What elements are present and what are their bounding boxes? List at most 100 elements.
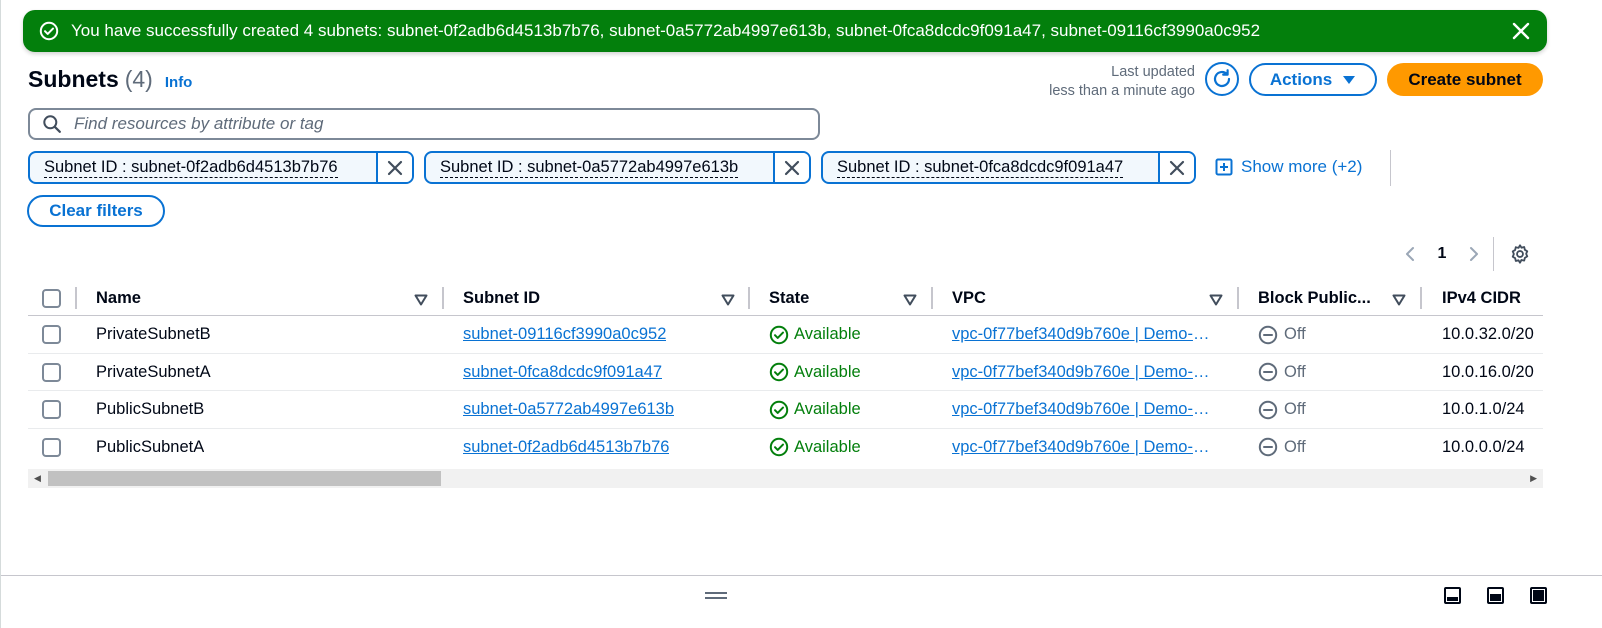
ipv4-cidr: 10.0.32.0/20 (1442, 325, 1534, 343)
row-checkbox[interactable] (42, 437, 61, 457)
panel-side-icon[interactable] (1487, 587, 1504, 604)
divider (1390, 150, 1391, 186)
column-header-name[interactable]: Name (96, 281, 442, 316)
panel-full-icon[interactable] (1530, 587, 1547, 604)
subnets-table: Name Subnet ID State VPC Block Public... (28, 281, 1543, 466)
subnet-id-link[interactable]: subnet-0a5772ab4997e613b (463, 400, 674, 419)
row-checkbox[interactable] (42, 325, 61, 344)
gear-icon[interactable] (1508, 242, 1532, 266)
select-all-checkbox[interactable] (42, 289, 61, 308)
vpc-link[interactable]: vpc-0f77bef340d9b760e | Demo-VPC (952, 354, 1220, 391)
subnet-id-link[interactable]: subnet-0f2adb6d4513b7b76 (463, 438, 669, 457)
panel-bottom-icon[interactable] (1444, 587, 1461, 604)
select-all-checkbox-cell (42, 281, 61, 316)
horizontal-scrollbar[interactable]: ◀ ▶ (28, 469, 1543, 488)
table-row[interactable]: PrivateSubnetB subnet-09116cf3990a0c952 … (28, 316, 1543, 354)
column-header-ipv4-cidr[interactable]: IPv4 CIDR (1442, 281, 1543, 316)
success-check-icon (769, 362, 789, 382)
success-check-icon (769, 325, 789, 345)
close-icon (1168, 159, 1186, 177)
close-icon[interactable] (1509, 19, 1533, 43)
vpc-link[interactable]: vpc-0f77bef340d9b760e | Demo-VPC (952, 316, 1220, 353)
success-check-icon (39, 21, 59, 41)
column-header-state[interactable]: State (769, 281, 931, 316)
search-field[interactable] (28, 108, 820, 140)
row-checkbox[interactable] (42, 400, 61, 419)
vpc-link[interactable]: vpc-0f77bef340d9b760e | Demo-VPC (952, 429, 1220, 466)
remove-filter-button[interactable] (376, 153, 412, 182)
subnet-id-link[interactable]: subnet-09116cf3990a0c952 (463, 325, 666, 344)
expand-plus-icon (1215, 158, 1233, 176)
resource-count: (4) (124, 66, 153, 92)
subnets-page: You have successfully created 4 subnets:… (0, 0, 1602, 628)
close-icon (386, 159, 404, 177)
block-public-status: Off (1258, 437, 1306, 457)
divider (931, 287, 933, 309)
disabled-minus-icon (1258, 325, 1278, 345)
column-header-subnet-id[interactable]: Subnet ID (463, 281, 749, 316)
column-header-vpc[interactable]: VPC (952, 281, 1237, 316)
subnet-name: PublicSubnetA (96, 437, 205, 456)
scroll-right-arrow-icon[interactable]: ▶ (1530, 473, 1537, 484)
show-more-filters-link[interactable]: Show more (+2) (1215, 157, 1362, 177)
disabled-minus-icon (1258, 362, 1278, 382)
search-icon (42, 114, 62, 134)
last-updated-value: less than a minute ago (1049, 83, 1195, 99)
table-row[interactable]: PublicSubnetB subnet-0a5772ab4997e613b A… (28, 391, 1543, 429)
last-updated-label: Last updated (1111, 64, 1195, 80)
panel-position-controls (1444, 587, 1547, 604)
sort-icon (903, 292, 917, 306)
remove-filter-button[interactable] (1158, 153, 1194, 182)
subnet-name: PrivateSubnetA (96, 362, 211, 381)
column-header-block-public-access[interactable]: Block Public... (1258, 281, 1420, 316)
refresh-icon (1211, 68, 1233, 90)
clear-filters-button[interactable]: Clear filters (27, 195, 165, 227)
search-input[interactable] (74, 114, 794, 134)
pagination: 1 (1399, 237, 1532, 271)
scrollbar-thumb[interactable] (48, 471, 441, 486)
create-subnet-button[interactable]: Create subnet (1387, 63, 1543, 96)
resize-handle-icon[interactable] (705, 592, 727, 600)
subnet-name: PublicSubnetB (96, 400, 205, 418)
flash-message: You have successfully created 4 subnets:… (71, 21, 1261, 40)
refresh-button[interactable] (1205, 62, 1239, 96)
status-badge: Available (769, 437, 861, 457)
sort-icon (721, 292, 735, 306)
divider (1237, 287, 1239, 309)
row-checkbox[interactable] (42, 362, 61, 382)
previous-page-icon[interactable] (1399, 240, 1421, 268)
next-page-icon[interactable] (1463, 240, 1485, 268)
show-more-label: Show more (+2) (1241, 157, 1363, 176)
divider (442, 287, 444, 309)
divider (1493, 237, 1494, 271)
status-badge: Available (769, 362, 861, 382)
page-header: Subnets (4) Info (28, 66, 192, 93)
filter-token-3: Subnet ID : subnet-0fca8dcdc9f091a47 (821, 151, 1196, 184)
filter-token-label: Subnet ID : subnet-0fca8dcdc9f091a47 (837, 158, 1124, 178)
sort-icon (1392, 292, 1406, 306)
table-row[interactable]: PublicSubnetA subnet-0f2adb6d4513b7b76 A… (28, 429, 1543, 467)
table-row[interactable]: PrivateSubnetA subnet-0fca8dcdc9f091a47 … (28, 354, 1543, 391)
subnet-id-link[interactable]: subnet-0fca8dcdc9f091a47 (463, 363, 662, 382)
filter-token-label: Subnet ID : subnet-0f2adb6d4513b7b76 (44, 158, 338, 178)
success-flash-banner: You have successfully created 4 subnets:… (23, 10, 1547, 52)
success-check-icon (769, 437, 789, 457)
sort-icon (414, 292, 428, 306)
actions-button[interactable]: Actions (1249, 63, 1377, 96)
page-title: Subnets (28, 66, 119, 92)
info-link[interactable]: Info (165, 74, 193, 91)
page-number[interactable]: 1 (1421, 245, 1463, 263)
divider (1420, 287, 1422, 309)
block-public-status: Off (1258, 400, 1306, 420)
subnet-name: PrivateSubnetB (96, 325, 211, 343)
filter-token-1: Subnet ID : subnet-0f2adb6d4513b7b76 (28, 151, 414, 184)
scroll-left-arrow-icon[interactable]: ◀ (34, 473, 41, 484)
vpc-link[interactable]: vpc-0f77bef340d9b760e | Demo-VPC (952, 391, 1220, 428)
close-icon (783, 159, 801, 177)
remove-filter-button[interactable] (773, 153, 809, 182)
disabled-minus-icon (1258, 400, 1278, 420)
status-badge: Available (769, 400, 861, 420)
disabled-minus-icon (1258, 437, 1278, 457)
table-header: Name Subnet ID State VPC Block Public... (28, 281, 1543, 316)
filter-token-2: Subnet ID : subnet-0a5772ab4997e613b (424, 151, 811, 184)
